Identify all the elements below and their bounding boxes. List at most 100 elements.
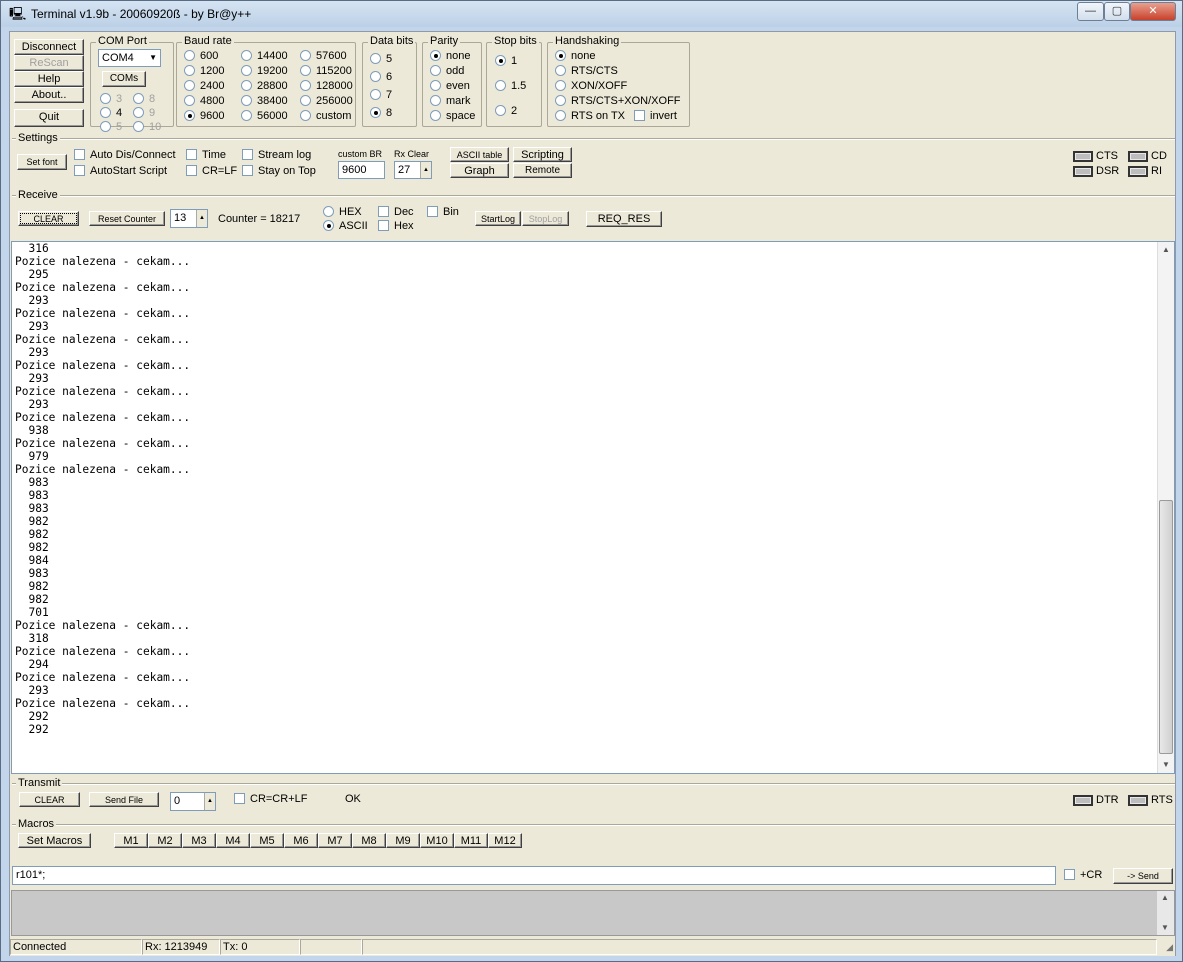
com-radio-5[interactable]: 5 [100, 121, 122, 135]
reset-counter-button[interactable]: Reset Counter [89, 211, 165, 226]
disconnect-button[interactable]: Disconnect [14, 39, 84, 55]
maximize-button[interactable]: ▢ [1104, 2, 1130, 21]
parity-space[interactable]: space [430, 110, 475, 124]
counter-spinner[interactable]: ▲▼ [196, 210, 207, 227]
com-radio-8[interactable]: 8 [133, 93, 155, 107]
macro-m4-button[interactable]: M4 [216, 833, 250, 848]
com-radio-3[interactable]: 3 [100, 93, 122, 107]
ascii-table-button[interactable]: ASCII table [450, 147, 509, 162]
transmit-spinner[interactable]: ▲▼ [204, 793, 215, 810]
cr-lf-checkbox[interactable]: CR=LF [186, 165, 237, 179]
transmit-clear-button[interactable]: CLEAR [19, 792, 80, 807]
baud-19200[interactable]: 19200 [241, 65, 288, 79]
baud-600[interactable]: 600 [184, 50, 218, 64]
rts-indicator[interactable] [1128, 795, 1148, 806]
macro-m2-button[interactable]: M2 [148, 833, 182, 848]
handshake-rts-cts-xon-xoff[interactable]: RTS/CTS+XON/XOFF [555, 95, 681, 109]
com-radio-10[interactable]: 10 [133, 121, 161, 135]
handshake-rts-on-tx[interactable]: RTS on TX [555, 110, 625, 124]
dtr-indicator[interactable] [1073, 795, 1093, 806]
set-macros-button[interactable]: Set Macros [18, 833, 91, 848]
quit-button[interactable]: Quit [14, 109, 84, 127]
parity-none[interactable]: none [430, 50, 470, 64]
coms-button[interactable]: COMs [102, 71, 146, 87]
databits-6[interactable]: 6 [370, 71, 392, 85]
transmit-buffer-scrollbar[interactable]: ▲ ▼ [1157, 891, 1174, 935]
databits-7[interactable]: 7 [370, 89, 392, 103]
rx-clear-spinner[interactable]: ▲▼ [420, 162, 431, 178]
send-input[interactable]: r101*; [12, 866, 1056, 885]
stopbits-1[interactable]: 1 [495, 55, 517, 69]
transmit-buffer-area[interactable]: ▲ ▼ [11, 890, 1175, 936]
dec-checkbox[interactable]: Dec [378, 206, 414, 220]
handshake-rts-cts[interactable]: RTS/CTS [555, 65, 618, 79]
minimize-button[interactable]: — [1077, 2, 1104, 21]
plus-cr-checkbox[interactable]: +CR [1064, 869, 1102, 883]
title-bar[interactable]: 🖳 Terminal v1.9b - 20060920ß - by Br@y++… [1, 1, 1182, 27]
macro-m10-button[interactable]: M10 [420, 833, 454, 848]
scroll-thumb[interactable] [1159, 500, 1173, 754]
baud-28800[interactable]: 28800 [241, 80, 288, 94]
com-radio-9[interactable]: 9 [133, 107, 155, 121]
close-button[interactable]: ✕ [1130, 2, 1176, 21]
macro-m11-button[interactable]: M11 [454, 833, 488, 848]
req-res-button[interactable]: REQ_RES [586, 211, 662, 227]
stopbits-1-5[interactable]: 1.5 [495, 80, 526, 94]
stop-log-button[interactable]: StopLog [522, 211, 569, 226]
macro-m5-button[interactable]: M5 [250, 833, 284, 848]
stream-log-checkbox[interactable]: Stream log [242, 149, 311, 163]
scroll-up-arrow-icon[interactable]: ▲ [1158, 242, 1174, 258]
macro-m9-button[interactable]: M9 [386, 833, 420, 848]
parity-mark[interactable]: mark [430, 95, 470, 109]
buffer-scroll-down-icon[interactable]: ▼ [1157, 921, 1173, 935]
com-port-select[interactable]: COM4 ▼ [98, 49, 161, 67]
baud-115200[interactable]: 115200 [300, 65, 352, 79]
baud-256000[interactable]: 256000 [300, 95, 353, 109]
bin-checkbox[interactable]: Bin [427, 206, 459, 220]
terminal-app-icon[interactable]: 🖳 [9, 6, 26, 22]
baud-4800[interactable]: 4800 [184, 95, 224, 109]
baud-2400[interactable]: 2400 [184, 80, 224, 94]
hex-checkbox[interactable]: Hex [378, 220, 414, 234]
auto-dis-connect-checkbox[interactable]: Auto Dis/Connect [74, 149, 176, 163]
baud-14400[interactable]: 14400 [241, 50, 288, 64]
databits-8[interactable]: 8 [370, 107, 392, 121]
baud-custom[interactable]: custom [300, 110, 351, 124]
send-button[interactable]: -> Send [1113, 868, 1173, 884]
about-button[interactable]: About.. [14, 87, 84, 103]
handshake-none[interactable]: none [555, 50, 595, 64]
macro-m12-button[interactable]: M12 [488, 833, 522, 848]
baud-128000[interactable]: 128000 [300, 80, 353, 94]
parity-even[interactable]: even [430, 80, 470, 94]
baud-9600[interactable]: 9600 [184, 110, 224, 124]
set-font-button[interactable]: Set font [17, 154, 67, 170]
transmit-spin-input[interactable]: 0 ▲▼ [170, 792, 216, 811]
stopbits-2[interactable]: 2 [495, 105, 517, 119]
baud-38400[interactable]: 38400 [241, 95, 288, 109]
start-log-button[interactable]: StartLog [475, 211, 521, 226]
receive-clear-button[interactable]: CLEAR [18, 211, 79, 226]
remote-button[interactable]: Remote [513, 163, 572, 178]
scroll-down-arrow-icon[interactable]: ▼ [1158, 757, 1174, 773]
macro-m7-button[interactable]: M7 [318, 833, 352, 848]
macro-m3-button[interactable]: M3 [182, 833, 216, 848]
scripting-button[interactable]: Scripting [513, 147, 572, 162]
macro-m8-button[interactable]: M8 [352, 833, 386, 848]
receive-scrollbar[interactable]: ▲ ▼ [1157, 242, 1174, 773]
autostart-script-checkbox[interactable]: AutoStart Script [74, 165, 167, 179]
baud-57600[interactable]: 57600 [300, 50, 347, 64]
buffer-scroll-up-icon[interactable]: ▲ [1157, 891, 1173, 905]
time-checkbox[interactable]: Time [186, 149, 226, 163]
baud-1200[interactable]: 1200 [184, 65, 224, 79]
cr-cr-lf-checkbox[interactable]: CR=CR+LF [234, 793, 307, 807]
receive-ascii-radio[interactable]: ASCII [323, 220, 368, 234]
send-file-button[interactable]: Send File [89, 792, 159, 807]
com-radio-4[interactable]: 4 [100, 107, 122, 121]
receive-text-area[interactable]: 316 Pozice nalezena - cekam... 295 Pozice … [11, 241, 1175, 774]
databits-5[interactable]: 5 [370, 53, 392, 67]
help-button[interactable]: Help [14, 71, 84, 87]
receive-hex-radio[interactable]: HEX [323, 206, 362, 220]
stay-on-top-checkbox[interactable]: Stay on Top [242, 165, 316, 179]
macro-m6-button[interactable]: M6 [284, 833, 318, 848]
counter-spin-input[interactable]: 13 ▲▼ [170, 209, 208, 228]
